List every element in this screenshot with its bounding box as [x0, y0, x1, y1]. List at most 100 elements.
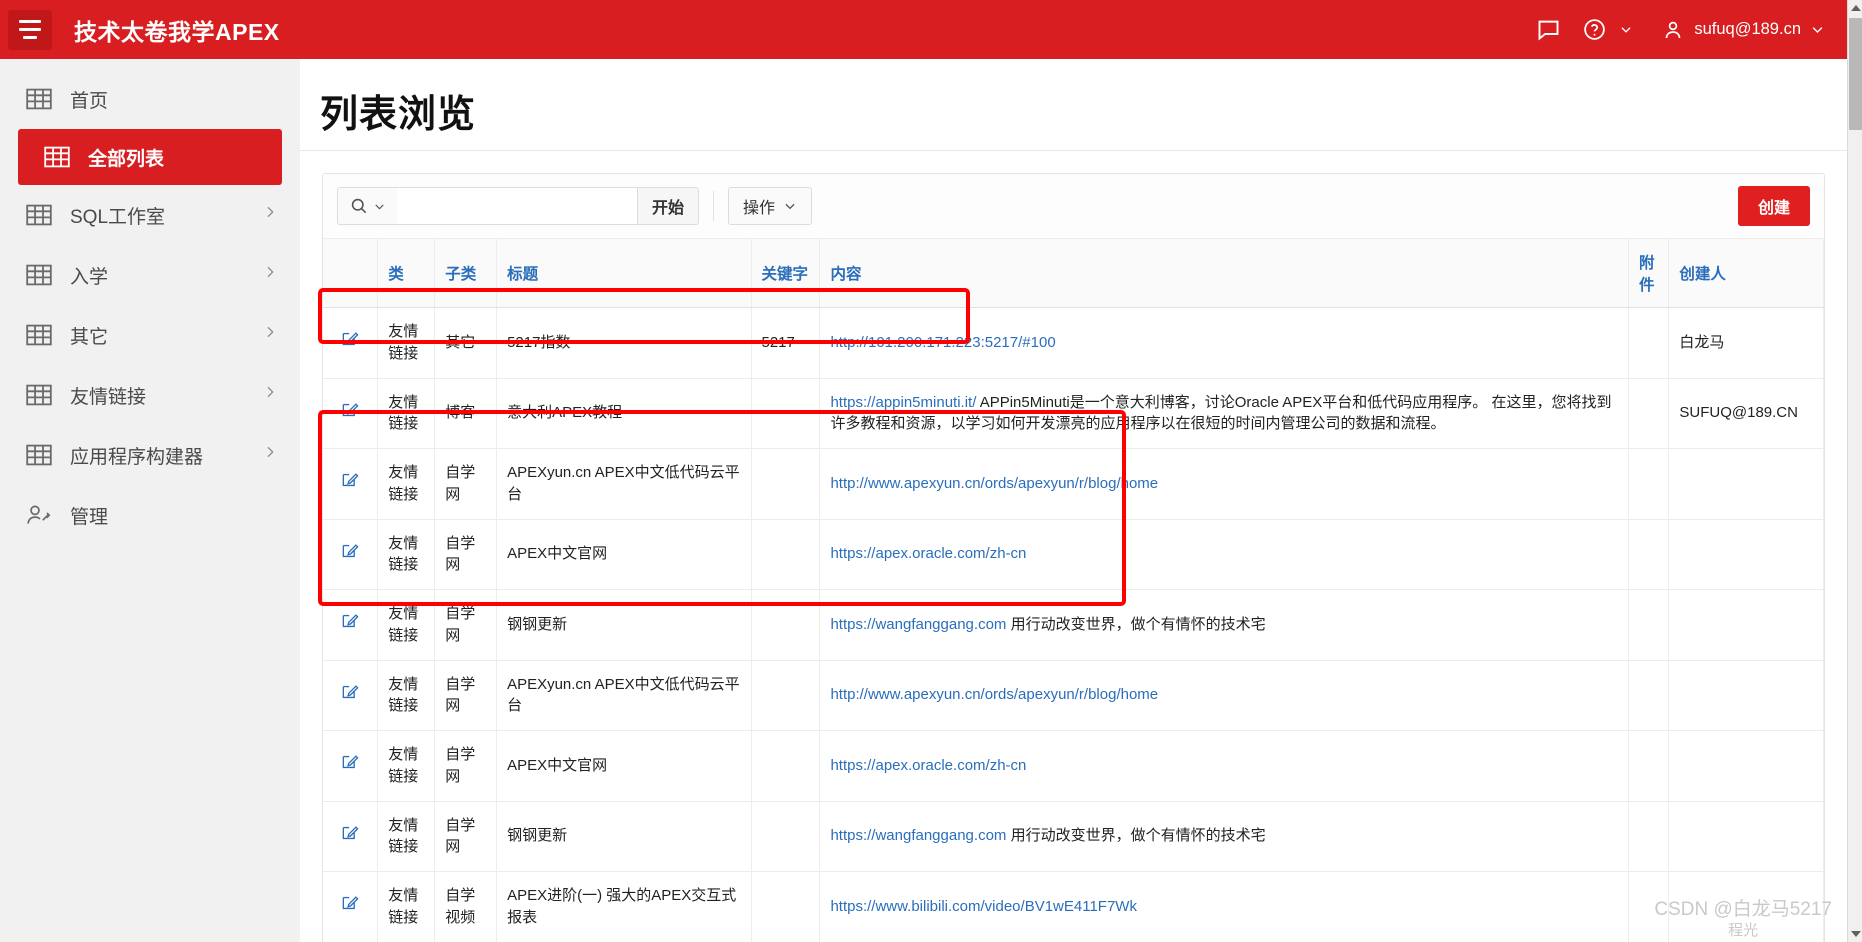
help-circle-icon[interactable] — [1582, 17, 1607, 42]
table-row: 友情链接 自学网 APEXyun.cn APEX中文低代码云平台 http://www… — [323, 660, 1824, 731]
sidebar-item-2[interactable]: SQL工作室 — [0, 185, 300, 245]
cell-content: http://www.apexyun.cn/ords/apexyun/r/blo… — [819, 448, 1629, 520]
report-toolbar: 开始 操作 创建 — [323, 174, 1824, 239]
edit-row-button[interactable] — [323, 730, 379, 802]
cell-creator — [1668, 730, 1824, 802]
search-go-button[interactable]: 开始 — [637, 187, 700, 225]
grid-icon — [26, 88, 52, 110]
cell-subcategory: 自学网 — [434, 801, 498, 872]
content-link[interactable]: https://apex.oracle.com/zh-cn — [830, 545, 1026, 562]
cell-title: 钢钢更新 — [496, 801, 752, 872]
sidebar-item-0[interactable]: 首页 — [0, 69, 300, 129]
search-icon[interactable] — [337, 187, 397, 225]
user-gear-icon — [26, 504, 52, 526]
edit-row-button[interactable] — [323, 589, 379, 661]
cell-attachment — [1628, 519, 1670, 590]
actions-chevron-down-icon — [785, 203, 795, 210]
table-column-header-1[interactable]: 类 — [377, 239, 436, 308]
window-scrollbar[interactable] — [1847, 0, 1862, 942]
cell-creator: 白龙马 — [1668, 307, 1824, 379]
chevron-right-icon — [262, 444, 278, 466]
table-header-row: 类子类 标题 关键字 内容 附件 创建人 — [323, 239, 1824, 308]
report-table: 类子类 标题 关键字 内容 附件 创建人 友情链接 其它 5217指数 5217 http://1… — [323, 239, 1824, 942]
cell-category: 友情链接 — [377, 448, 436, 520]
chat-bubble-icon[interactable] — [1535, 16, 1562, 43]
table-column-header-3[interactable]: 标题 — [496, 239, 752, 308]
cell-content: http://www.apexyun.cn/ords/apexyun/r/blo… — [819, 660, 1629, 731]
cell-category: 友情链接 — [377, 589, 436, 661]
user-chevron-down-icon — [1810, 22, 1825, 37]
user-email-label: sufuq@189.cn — [1694, 20, 1801, 38]
content-link[interactable]: http://101.200.171.223:5217/#100 — [830, 334, 1055, 351]
user-icon — [1661, 18, 1685, 42]
grid-icon — [26, 324, 52, 346]
table-column-header-6[interactable]: 附件 — [1628, 239, 1670, 308]
create-button[interactable]: 创建 — [1737, 186, 1810, 226]
grid-icon — [26, 444, 52, 466]
cell-title: APEX中文官网 — [496, 730, 752, 802]
chevron-right-icon — [262, 324, 278, 346]
cell-subcategory: 自学视频 — [434, 871, 498, 942]
cell-category: 友情链接 — [377, 307, 436, 379]
table-row: 友情链接 自学网 APEX中文官网 https://apex.oracle.com/z… — [323, 519, 1824, 590]
table-column-header-7[interactable]: 创建人 — [1668, 239, 1824, 308]
table-row: 友情链接 自学网 钢钢更新 https://wangfanggang.com 用行动改… — [323, 589, 1824, 661]
table-body: 友情链接 其它 5217指数 5217 http://101.200.171.223:5… — [323, 307, 1824, 942]
app-title: 技术太卷我学APEX — [74, 18, 280, 45]
edit-row-button[interactable] — [323, 378, 379, 449]
sidebar-item-4[interactable]: 其它 — [0, 305, 300, 365]
table-row: 友情链接 其它 5217指数 5217 http://101.200.171.223:5… — [323, 307, 1824, 379]
edit-row-button[interactable] — [323, 307, 379, 379]
table-row: 友情链接 自学网 APEX中文官网 https://apex.oracle.com/z… — [323, 730, 1824, 802]
content-link[interactable]: https://appin5minuti.it/ — [830, 394, 976, 411]
scrollbar-thumb[interactable] — [1849, 18, 1862, 130]
table-column-header-2[interactable]: 子类 — [434, 239, 498, 308]
app-header: 技术太卷我学APEX sufuq@189.cn — [0, 0, 1847, 59]
sidebar-item-3[interactable]: 入学 — [0, 245, 300, 305]
cell-keyword: 5217 — [751, 307, 821, 379]
edit-row-button[interactable] — [323, 519, 379, 590]
user-menu[interactable]: sufuq@189.cn — [1661, 18, 1825, 42]
content-link[interactable]: http://www.apexyun.cn/ords/apexyun/r/blo… — [830, 686, 1158, 703]
toolbar-divider — [713, 191, 715, 221]
sidebar-item-6[interactable]: 应用程序构建器 — [0, 425, 300, 485]
grid-icon — [26, 384, 52, 406]
grid-icon — [44, 146, 70, 168]
hamburger-icon[interactable] — [8, 9, 52, 50]
edit-row-button[interactable] — [323, 871, 379, 942]
table-row: 友情链接 博客 意大利APEX教程 https://appin5minuti.it/ … — [323, 378, 1824, 449]
content-link[interactable]: https://wangfanggang.com — [830, 827, 1006, 844]
content-link[interactable]: http://www.apexyun.cn/ords/apexyun/r/blo… — [830, 475, 1158, 492]
table-row: 友情链接 自学网 钢钢更新 https://wangfanggang.com 用行动改… — [323, 801, 1824, 872]
cell-attachment — [1628, 307, 1670, 379]
grid-icon — [26, 204, 52, 226]
cell-content: https://apex.oracle.com/zh-cn — [819, 730, 1629, 802]
edit-row-button[interactable] — [323, 660, 379, 731]
table-column-header-4[interactable]: 关键字 — [751, 239, 821, 308]
actions-menu-button[interactable]: 操作 — [728, 187, 813, 225]
edit-row-button[interactable] — [323, 801, 379, 872]
table-column-header-5[interactable]: 内容 — [819, 239, 1629, 308]
content-link[interactable]: https://apex.oracle.com/zh-cn — [830, 757, 1026, 774]
cell-subcategory: 博客 — [434, 378, 498, 449]
sidebar-item-label: 应用程序构建器 — [70, 446, 204, 468]
cell-keyword — [751, 660, 821, 731]
content-link[interactable]: https://www.bilibili.com/video/BV1wE411F… — [830, 898, 1137, 915]
sidebar-item-1[interactable]: 全部列表 — [18, 129, 282, 185]
search-input[interactable] — [397, 187, 637, 225]
sidebar-item-5[interactable]: 友情链接 — [0, 365, 300, 425]
cell-keyword — [751, 519, 821, 590]
cell-subcategory: 自学网 — [434, 660, 498, 731]
help-chevron-down-icon[interactable] — [1619, 23, 1633, 37]
sidebar-item-7[interactable]: 管理 — [0, 485, 300, 545]
table-head: 类子类 标题 关键字 内容 附件 创建人 — [323, 239, 1824, 308]
edit-row-button[interactable] — [323, 448, 379, 520]
cell-creator — [1668, 871, 1824, 942]
cell-keyword — [751, 448, 821, 520]
scroll-down-arrow-icon[interactable] — [1848, 926, 1862, 942]
cell-attachment — [1628, 871, 1670, 942]
app-window: 技术太卷我学APEX sufuq@189.cn 首页 全部列表 SQL工作室 入… — [0, 0, 1862, 942]
scroll-up-arrow-icon[interactable] — [1848, 0, 1862, 16]
cell-content: https://wangfanggang.com 用行动改变世界，做个有情怀的技… — [819, 801, 1629, 872]
content-link[interactable]: https://wangfanggang.com — [830, 616, 1006, 633]
